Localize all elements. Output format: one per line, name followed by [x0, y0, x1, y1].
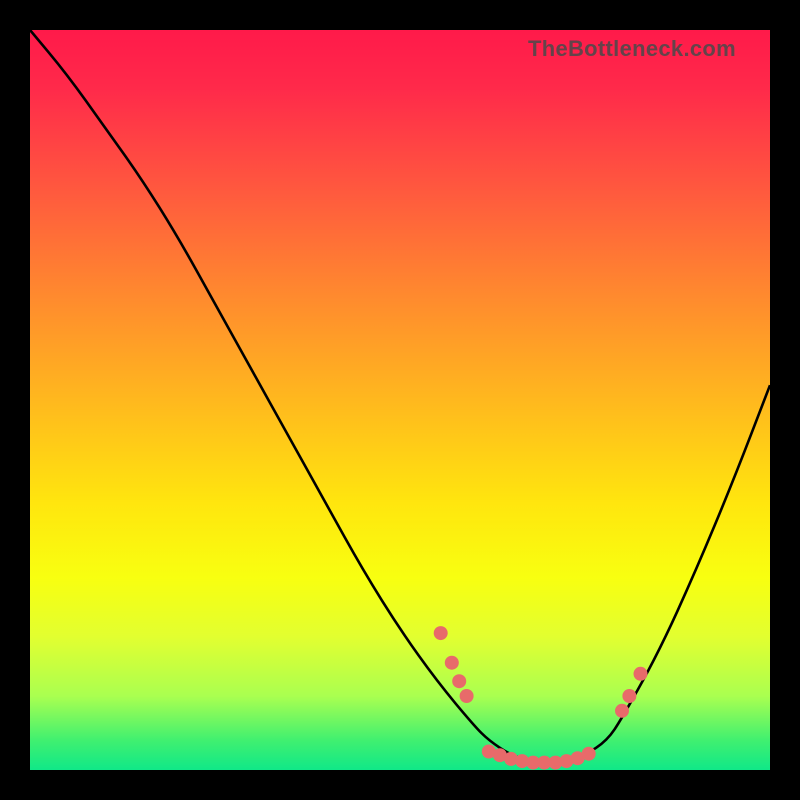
data-marker: [582, 747, 596, 761]
data-marker: [460, 689, 474, 703]
data-marker: [434, 626, 448, 640]
chart-container: TheBottleneck.com: [0, 0, 800, 800]
bottleneck-curve-svg: [30, 30, 770, 770]
data-marker: [615, 704, 629, 718]
data-marker: [452, 674, 466, 688]
plot-area: TheBottleneck.com: [30, 30, 770, 770]
data-marker: [634, 667, 648, 681]
bottleneck-curve: [30, 30, 770, 763]
data-markers: [434, 626, 648, 770]
data-marker: [445, 656, 459, 670]
data-marker: [622, 689, 636, 703]
